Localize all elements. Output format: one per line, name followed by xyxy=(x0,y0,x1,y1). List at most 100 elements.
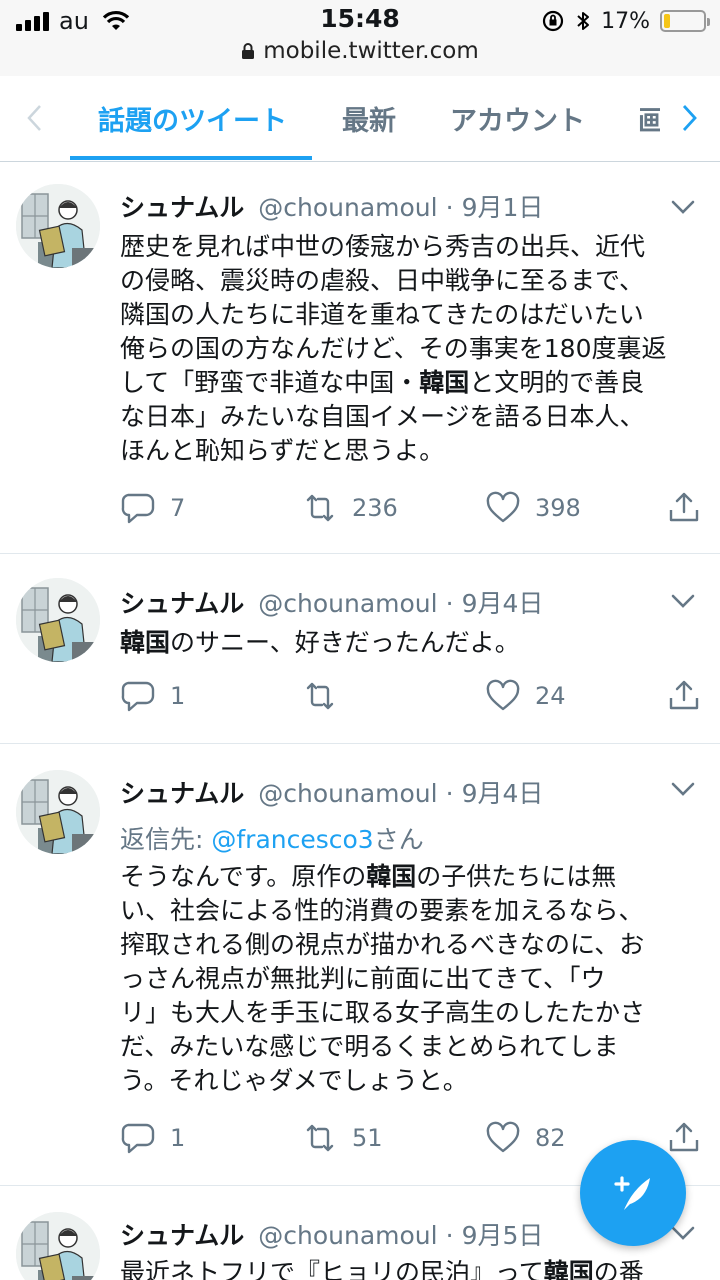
share-button[interactable] xyxy=(666,1118,702,1158)
tab-latest[interactable]: 最新 xyxy=(342,76,396,160)
reply-button[interactable]: 7 xyxy=(120,488,185,528)
tweet-text: 最近ネトフリで『ヒョリの民泊』って韓国の番 xyxy=(120,1256,700,1280)
text-line: 俺らの国の方なんだけど、その事実を180度裏返 xyxy=(120,334,667,363)
avatar[interactable] xyxy=(16,1212,100,1280)
user-handle[interactable]: @chounamoul xyxy=(258,1221,437,1250)
user-handle[interactable]: @chounamoul xyxy=(258,589,437,618)
reply-context: 返信先: @francesco3さん xyxy=(120,820,424,856)
like-count: 398 xyxy=(535,494,581,522)
rotation-lock-icon xyxy=(542,10,564,32)
heart-icon xyxy=(486,1121,520,1153)
reply-icon xyxy=(121,493,155,524)
reply-button[interactable]: 1 xyxy=(120,1118,185,1158)
tweet-header: シュナムル @chounamoul · 9月4日 xyxy=(120,774,543,810)
display-name[interactable]: シュナムル xyxy=(120,188,244,224)
tabs-scroll-left-button[interactable] xyxy=(4,76,64,160)
like-button[interactable]: 24 xyxy=(485,676,566,716)
retweet-button[interactable] xyxy=(302,676,352,716)
text-line: ほんと恥知らずだと思うよ。 xyxy=(120,436,445,465)
tweet-date[interactable]: 9月4日 xyxy=(462,774,544,810)
reply-icon xyxy=(121,1123,155,1154)
tweet-date[interactable]: 9月4日 xyxy=(462,584,544,620)
reply-suffix: さん xyxy=(373,825,424,854)
bluetooth-icon xyxy=(577,12,590,30)
text-line: の侵略、震災時の虐殺、日中戦争に至るまで、 xyxy=(120,266,645,295)
tweet-text: そうなんです。原作の韓国の子供たちには無 い、社会による性的消費の要素を加えるな… xyxy=(120,860,700,1098)
battery-icon xyxy=(660,10,710,32)
tweet-text: 韓国のサニー、好きだったんだよ。 xyxy=(120,626,700,660)
retweet-icon xyxy=(306,1124,334,1152)
display-name[interactable]: シュナムル xyxy=(120,774,244,810)
status-bar: au 15:48 17% mobile.twitter.com xyxy=(0,0,720,76)
chevron-down-icon[interactable] xyxy=(668,774,698,804)
separator-dot: · xyxy=(445,589,454,618)
display-name[interactable]: シュナムル xyxy=(120,584,244,620)
tweet[interactable]: シュナムル @chounamoul · 9月4日 韓国のサニー、好きだったんだよ… xyxy=(0,554,720,744)
url-bar[interactable]: mobile.twitter.com xyxy=(0,38,720,64)
tweet[interactable]: シュナムル @chounamoul · 9月1日 歴史を見れば中世の倭寇から秀吉… xyxy=(0,162,720,554)
compose-tweet-button[interactable] xyxy=(580,1140,686,1246)
reply-count: 7 xyxy=(170,494,186,522)
share-button[interactable] xyxy=(666,676,702,716)
tweet[interactable]: シュナムル @chounamoul · 9月4日 返信先: @francesco… xyxy=(0,744,720,1186)
text-line: 歴史を見れば中世の倭寇から秀吉の出兵、近代 xyxy=(120,232,646,261)
share-icon xyxy=(669,680,699,710)
tabs-scroll-right-button[interactable] xyxy=(660,76,720,160)
like-count: 82 xyxy=(535,1124,566,1152)
text-line: して「野蛮で非道な中国・韓国と文明的で善良 xyxy=(120,368,645,397)
tab-accounts[interactable]: アカウント xyxy=(450,76,585,160)
tweet-actions: 1 24 xyxy=(0,676,720,716)
retweet-button[interactable]: 236 xyxy=(302,488,398,528)
url-text: mobile.twitter.com xyxy=(263,38,479,64)
reply-icon xyxy=(121,681,155,712)
text-line: っさん視点が無批判に前面に出てきて、「ウ xyxy=(120,964,606,993)
search-tabs: 話題のツイート 最新 アカウント 画 xyxy=(0,76,720,162)
tweet-text: 歴史を見れば中世の倭寇から秀吉の出兵、近代 の侵略、震災時の虐殺、日中戦争に至る… xyxy=(120,230,700,468)
user-handle[interactable]: @chounamoul xyxy=(258,193,437,222)
retweet-button[interactable]: 51 xyxy=(302,1118,383,1158)
tweet-header: シュナムル @chounamoul · 9月4日 xyxy=(120,584,543,620)
text-line: だ、みたいな感じで明るくまとめられてしま xyxy=(120,1032,619,1061)
reply-count: 1 xyxy=(170,682,186,710)
display-name[interactable]: シュナムル xyxy=(120,1216,244,1252)
like-button[interactable]: 398 xyxy=(485,488,581,528)
avatar[interactable] xyxy=(16,770,100,854)
tweet-header: シュナムル @chounamoul · 9月5日 xyxy=(120,1216,543,1252)
retweet-count: 236 xyxy=(352,494,398,522)
reply-mention-link[interactable]: @francesco3 xyxy=(211,825,373,854)
like-button[interactable]: 82 xyxy=(485,1118,566,1158)
chevron-down-icon[interactable] xyxy=(668,192,698,222)
heart-icon xyxy=(486,491,520,523)
tweet-date[interactable]: 9月5日 xyxy=(462,1216,544,1252)
share-button[interactable] xyxy=(666,488,702,528)
reply-label: 返信先: xyxy=(120,825,212,854)
tweet-header: シュナムル @chounamoul · 9月1日 xyxy=(120,188,543,224)
like-count: 24 xyxy=(535,682,566,710)
share-icon xyxy=(669,492,699,522)
avatar[interactable] xyxy=(16,578,100,662)
lock-icon xyxy=(242,43,255,59)
avatar[interactable] xyxy=(16,184,100,268)
text-line: そうなんです。原作の韓国の子供たちには無 xyxy=(120,862,617,891)
user-handle[interactable]: @chounamoul xyxy=(258,779,437,808)
retweet-icon xyxy=(306,494,334,522)
text-line: 搾取される側の視点が描かれるべきなのに、お xyxy=(120,930,645,959)
reply-button[interactable]: 1 xyxy=(120,676,185,716)
separator-dot: · xyxy=(445,1221,454,1250)
text-line: 隣国の人たちに非道を重ねてきたのはだいたい xyxy=(120,300,644,329)
tweet-date[interactable]: 9月1日 xyxy=(462,188,544,224)
chevron-down-icon[interactable] xyxy=(668,586,698,616)
chevron-left-icon xyxy=(27,105,41,131)
text-line: リ」も大人を手玉に取る女子高生のしたたかさ xyxy=(120,998,646,1027)
text-line: な日本」みたいな自国イメージを語る日本人、 xyxy=(120,402,645,431)
text-line: い、社会による性的消費の要素を加えるなら、 xyxy=(120,896,644,925)
reply-count: 1 xyxy=(170,1124,186,1152)
separator-dot: · xyxy=(445,193,454,222)
text-line: 韓国のサニー、好きだったんだよ。 xyxy=(120,628,520,657)
share-icon xyxy=(669,1122,699,1152)
retweet-count: 51 xyxy=(352,1124,383,1152)
compose-tweet-icon xyxy=(614,1176,650,1210)
tweet-actions: 7 236 398 xyxy=(0,488,720,528)
tab-top-tweets[interactable]: 話題のツイート xyxy=(98,76,287,160)
chevron-right-icon xyxy=(682,105,697,131)
